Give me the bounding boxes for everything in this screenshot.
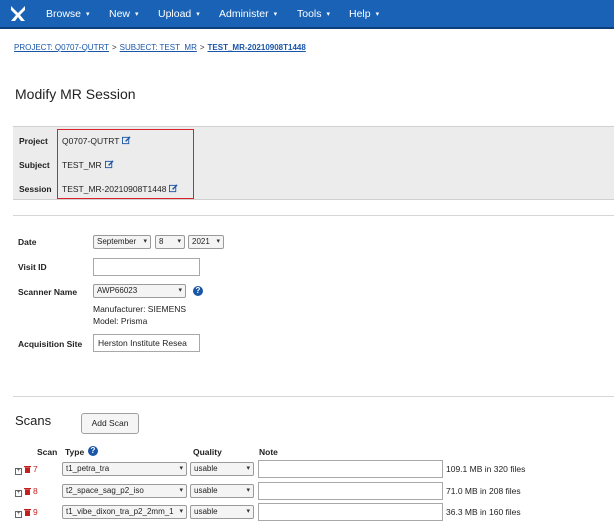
breadcrumb-session-link[interactable]: TEST_MR-20210908T1448 (208, 43, 306, 52)
help-icon[interactable]: ? (193, 286, 203, 296)
chevron-down-icon: ▾ (216, 238, 220, 245)
nav-browse[interactable]: Browse ▾ (46, 0, 90, 29)
breadcrumb-separator: > (199, 43, 205, 52)
table-row-controls: +9 (15, 507, 38, 518)
table-row-controls: +8 (15, 486, 38, 497)
expand-icon[interactable]: + (15, 468, 22, 475)
scan-quality-select[interactable]: usable ▾ (190, 484, 254, 498)
scan-size: 109.1 MB in 320 files (446, 464, 526, 474)
divider (13, 215, 614, 216)
breadcrumb-separator: > (111, 43, 117, 52)
manufacturer-info: Manufacturer: SIEMENS (93, 304, 187, 314)
nav-browse-label: Browse (46, 8, 82, 20)
breadcrumb-project-link[interactable]: PROJECT: Q0707-QUTRT (14, 43, 109, 52)
session-label: Session (19, 184, 52, 194)
col-header-note: Note (259, 447, 278, 457)
chevron-down-icon: ▾ (86, 11, 90, 18)
date-year-value: 2021 (192, 237, 210, 246)
chevron-down-icon: ▾ (135, 11, 139, 18)
scanner-name-select[interactable]: AWP66023 ▾ (93, 284, 186, 298)
project-label: Project (19, 136, 48, 146)
scan-note-input[interactable] (258, 503, 443, 521)
chevron-down-icon: ▾ (143, 238, 147, 245)
date-month-value: September (97, 237, 137, 246)
scan-type-value: t1_vibe_dixon_tra_p2_2mm_1 (66, 507, 174, 516)
scan-number: 9 (33, 507, 38, 517)
date-month-select[interactable]: September ▾ (93, 235, 151, 249)
scanner-name-value: AWP66023 (97, 286, 138, 295)
session-identity-panel: Project Q0707-QUTRT Subject TEST_MR Sess… (13, 126, 614, 200)
visit-id-label: Visit ID (18, 262, 47, 272)
trash-icon[interactable] (24, 508, 31, 516)
scan-number: 7 (33, 464, 38, 474)
nav-tools[interactable]: Tools ▾ (297, 0, 330, 29)
visit-id-input[interactable] (93, 258, 200, 276)
nav-help-label: Help (349, 8, 371, 20)
date-day-select[interactable]: 8 ▾ (155, 235, 185, 249)
xnat-logo-icon[interactable] (8, 4, 28, 24)
trash-icon[interactable] (24, 465, 31, 473)
breadcrumb: PROJECT: Q0707-QUTRT > SUBJECT: TEST_MR > TE… (14, 43, 306, 52)
scan-type-select[interactable]: t2_space_sag_p2_iso ▾ (62, 484, 187, 498)
col-header-quality: Quality (193, 447, 222, 457)
col-header-type-label: Type (65, 447, 85, 457)
chevron-down-icon: ▾ (246, 487, 250, 494)
chevron-down-icon: ▾ (375, 11, 380, 18)
acquisition-site-label: Acquisition Site (18, 339, 83, 349)
scan-type-select[interactable]: t1_petra_tra ▾ (62, 462, 187, 476)
nav-administer[interactable]: Administer ▾ (219, 0, 277, 29)
scan-quality-value: usable (194, 507, 218, 516)
scan-quality-value: usable (194, 464, 218, 473)
col-header-scan: Scan (37, 447, 58, 457)
date-year-select[interactable]: 2021 ▾ (188, 235, 224, 249)
col-header-type: Type (65, 447, 84, 457)
add-scan-button[interactable]: Add Scan (81, 413, 139, 434)
scan-quality-select[interactable]: usable ▾ (190, 505, 254, 519)
nav-upload-label: Upload (158, 8, 192, 20)
chevron-down-icon: ▾ (196, 11, 200, 18)
scanner-name-label: Scanner Name (18, 287, 78, 297)
scan-type-select[interactable]: t1_vibe_dixon_tra_p2_2mm_1 ▾ (62, 505, 187, 519)
expand-icon[interactable]: + (15, 490, 22, 497)
chevron-down-icon: ▾ (178, 287, 182, 294)
nav-new-label: New (109, 8, 131, 20)
chevron-down-icon: ▾ (179, 508, 183, 515)
scan-number: 8 (33, 486, 38, 496)
scan-size: 36.3 MB in 160 files (446, 507, 521, 517)
page-title: Modify MR Session (15, 86, 136, 102)
nav-help[interactable]: Help ▾ (349, 0, 379, 29)
expand-icon[interactable]: + (15, 511, 22, 518)
scan-note-input[interactable] (258, 482, 443, 500)
chevron-down-icon: ▾ (246, 465, 250, 472)
chevron-down-icon: ▾ (179, 465, 183, 472)
scan-quality-select[interactable]: usable ▾ (190, 462, 254, 476)
scan-note-input[interactable] (258, 460, 443, 478)
top-nav-bar: Browse ▾ New ▾ Upload ▾ Administer ▾ Tools ▾ … (0, 0, 614, 29)
chevron-down-icon: ▾ (326, 11, 331, 18)
date-label: Date (18, 237, 37, 247)
chevron-down-icon: ▾ (273, 11, 278, 18)
nav-new[interactable]: New ▾ (109, 0, 139, 29)
date-day-value: 8 (159, 237, 164, 246)
trash-icon[interactable] (24, 487, 31, 495)
scan-size: 71.0 MB in 208 files (446, 486, 521, 496)
chevron-down-icon: ▾ (246, 508, 250, 515)
scan-type-value: t2_space_sag_p2_iso (66, 486, 144, 495)
scans-heading: Scans (15, 413, 52, 428)
chevron-down-icon: ▾ (179, 487, 183, 494)
scan-quality-value: usable (194, 486, 218, 495)
divider (13, 396, 614, 397)
table-row-controls: +7 (15, 464, 38, 475)
chevron-down-icon: ▾ (177, 238, 181, 245)
acquisition-site-input[interactable]: Herston Institute Resea (93, 334, 200, 352)
scan-type-value: t1_petra_tra (66, 464, 110, 473)
nav-upload[interactable]: Upload ▾ (158, 0, 200, 29)
breadcrumb-subject-link[interactable]: SUBJECT: TEST_MR (120, 43, 197, 52)
nav-tools-label: Tools (297, 8, 322, 20)
subject-label: Subject (19, 160, 50, 170)
help-icon[interactable]: ? (88, 446, 98, 456)
model-info: Model: Prisma (93, 316, 148, 326)
nav-administer-label: Administer (219, 8, 269, 20)
highlight-box (57, 129, 194, 199)
